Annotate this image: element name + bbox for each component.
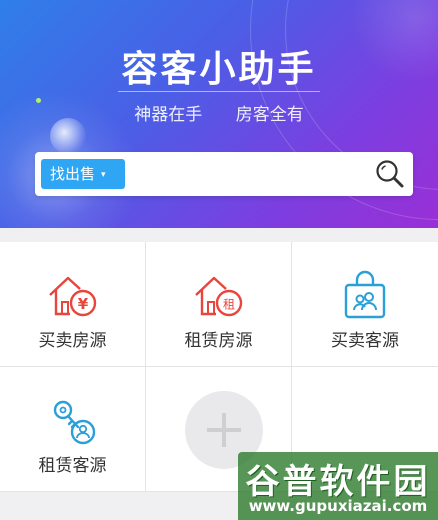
header-banner: 容客小助手 神器在手 房客全有 找出售 ▾ xyxy=(0,0,438,228)
menu-item-label: 买卖客源 xyxy=(331,331,399,351)
watermark-url: www.gupuxiazai.com xyxy=(248,497,428,515)
menu-item-sale-houses[interactable]: ¥ 买卖房源 xyxy=(0,242,146,367)
slogan-right: 房客全有 xyxy=(235,105,304,125)
house-yuan-icon: ¥ xyxy=(48,276,96,317)
menu-item-rent-houses[interactable]: 租 租赁房源 xyxy=(146,242,292,367)
yuan-glyph: ¥ xyxy=(77,295,88,313)
search-bar: 找出售 ▾ xyxy=(35,152,413,196)
menu-item-label: 租赁房源 xyxy=(184,331,253,351)
title-divider xyxy=(118,91,320,92)
rent-glyph: 租 xyxy=(222,298,234,312)
house-rent-icon: 租 xyxy=(194,276,242,317)
shopping-bag-clients-icon xyxy=(344,270,386,319)
app-title: 容客小助手 xyxy=(121,49,317,90)
plus-icon xyxy=(207,413,241,447)
menu-item-rent-clients[interactable]: 租赁客源 xyxy=(0,367,146,492)
caret-down-icon: ▾ xyxy=(101,170,106,180)
search-icon xyxy=(376,160,404,188)
watermark-logo: 谷普软件园 www.gupuxiazai.com xyxy=(238,452,438,520)
search-type-dropdown[interactable]: 找出售 ▾ xyxy=(41,159,125,189)
menu-item-sale-clients[interactable]: 买卖客源 xyxy=(292,242,438,367)
menu-item-label: 租赁客源 xyxy=(38,456,107,476)
menu-item-label: 买卖房源 xyxy=(38,331,107,351)
search-input[interactable] xyxy=(131,159,367,189)
search-type-label: 找出售 xyxy=(50,165,96,183)
search-button[interactable] xyxy=(373,157,407,191)
key-person-icon xyxy=(53,400,95,445)
slogan-left: 神器在手 xyxy=(134,105,203,125)
watermark-title: 谷普软件园 xyxy=(245,462,431,502)
app-slogan: 神器在手 房客全有 xyxy=(0,100,438,125)
